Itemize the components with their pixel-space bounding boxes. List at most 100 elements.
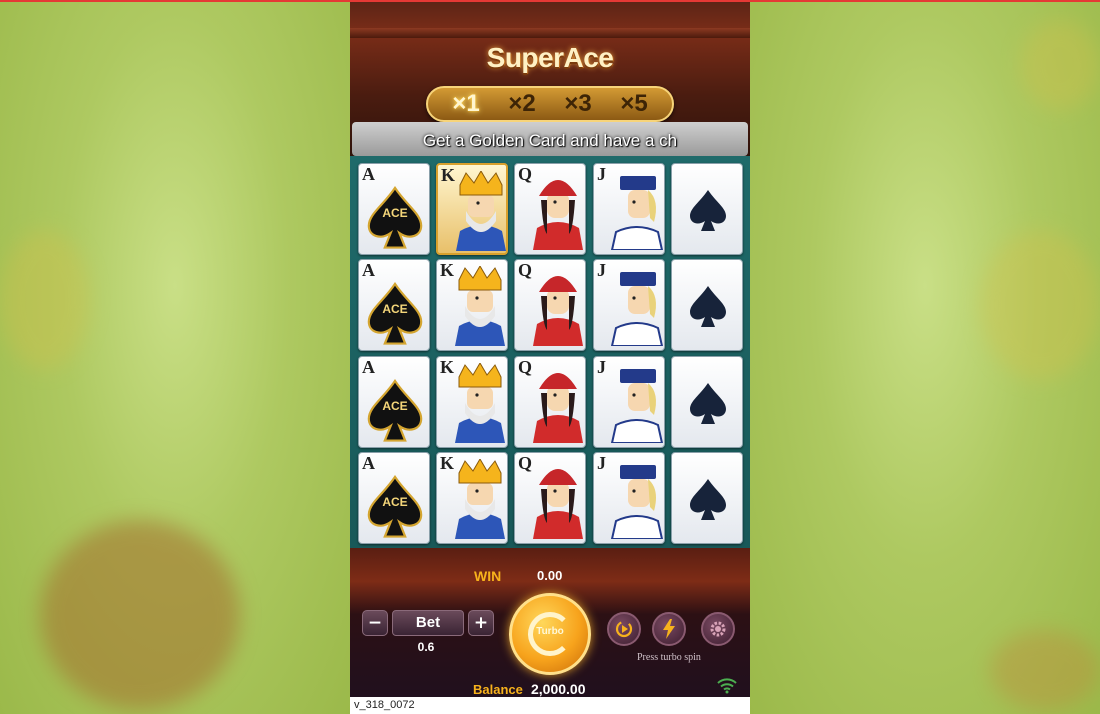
jack-face: [610, 170, 664, 254]
card-rank: Q: [518, 357, 533, 377]
top-accent-line: [0, 0, 1100, 2]
card-rank: A: [362, 357, 375, 377]
multiplier-bar: ×1 ×2 ×3 ×5: [426, 86, 674, 122]
king-portrait-icon: [455, 458, 505, 539]
autoplay-button[interactable]: [607, 612, 641, 646]
ticker-message: Get a Golden Card and have a ch: [422, 131, 678, 150]
jack-face: [610, 266, 664, 350]
multiplier-x5: ×5: [620, 90, 648, 117]
reel-card-jack: J: [593, 356, 665, 448]
reel-card-king: K: [436, 452, 508, 544]
ace-label: ACE: [382, 302, 408, 316]
jack-portrait-icon: [610, 272, 664, 347]
spin-label: Turbo: [536, 626, 564, 637]
ace-label: ACE: [382, 399, 408, 413]
card-rank: A: [362, 453, 375, 473]
reel-card-ace: A ACE: [358, 163, 430, 255]
card-rank: A: [362, 164, 375, 184]
queen-face: [531, 170, 585, 254]
reel-board: A ACE K Q J A ACE K Q J A ACE K Q J A ACE K Q J: [350, 156, 750, 562]
reel-card-ace: A ACE: [358, 259, 430, 351]
game-logo: SuperAce: [486, 42, 614, 73]
reel-card-queen: Q: [514, 356, 586, 448]
reel-card-spade: [671, 452, 743, 544]
card-rank: Q: [518, 164, 533, 184]
jack-portrait-icon: [610, 369, 664, 444]
jack-portrait-icon: [610, 465, 664, 540]
card-rank: K: [440, 357, 455, 377]
bet-increase-button[interactable]: +: [468, 610, 494, 636]
reel-card-ace: A ACE: [358, 356, 430, 448]
card-rank: K: [440, 453, 455, 473]
king-portrait-icon: [456, 170, 506, 251]
reel-card-spade: [671, 259, 743, 351]
card-rank: Q: [518, 453, 533, 473]
autoplay-icon: [615, 620, 633, 638]
queen-portrait-icon: [533, 276, 583, 346]
reel-card-spade: [671, 356, 743, 448]
ace-label: ACE: [382, 495, 408, 509]
reel-card-king: K: [436, 259, 508, 351]
queen-face: [531, 459, 585, 543]
balance-value: 2,000.00: [531, 681, 586, 697]
spin-button[interactable]: Turbo: [509, 593, 591, 675]
spade-icon: [690, 190, 726, 231]
card-rank: A: [362, 260, 375, 280]
card-rank: J: [597, 453, 606, 473]
card-rank: Q: [518, 260, 533, 280]
queen-face: [531, 266, 585, 350]
reel-card-jack: J: [593, 259, 665, 351]
bet-value: 0.6: [417, 640, 435, 654]
spade-symbol: [672, 357, 742, 447]
queen-portrait-icon: [533, 180, 583, 250]
queen-face: [531, 363, 585, 447]
jack-face: [610, 459, 664, 543]
spade-icon: [690, 286, 726, 327]
jack-face: [610, 363, 664, 447]
lightning-icon: [663, 619, 675, 639]
queen-portrait-icon: [533, 373, 583, 443]
spade-icon: [690, 479, 726, 520]
background-left: [0, 0, 350, 714]
card-rank: K: [440, 260, 455, 280]
card-rank: J: [597, 357, 606, 377]
king-portrait-icon: [455, 265, 505, 346]
king-face: [454, 170, 506, 253]
settings-button[interactable]: [701, 612, 735, 646]
multiplier-x3: ×3: [564, 90, 592, 117]
card-rank: J: [597, 260, 606, 280]
bet-control: − Bet +: [362, 610, 494, 638]
spade-symbol: [672, 164, 742, 254]
win-value: 0.00: [537, 568, 563, 583]
reel-card-king: K: [436, 163, 508, 255]
game-window: SuperAce ×1 ×2 ×3 ×5 Get a Golden Card a…: [350, 0, 750, 714]
multiplier-x2: ×2: [508, 90, 536, 117]
king-face: [453, 265, 507, 350]
reel-card-jack: J: [593, 163, 665, 255]
version-label: v_318_0072: [350, 697, 750, 714]
bet-decrease-button[interactable]: −: [362, 610, 388, 636]
balance-label: Balance: [473, 682, 523, 697]
reel-card-queen: Q: [514, 259, 586, 351]
game-header: SuperAce ×1 ×2 ×3 ×5 Get a Golden Card a…: [350, 0, 750, 160]
spade-symbol: [672, 453, 742, 543]
ace-label: ACE: [382, 206, 408, 220]
win-label: WIN: [474, 568, 502, 584]
king-portrait-icon: [455, 362, 505, 443]
header-rim: [350, 28, 750, 38]
control-panel: WIN 0.00 − Bet + 0.6 Turbo Balance 2,000…: [350, 548, 750, 714]
king-face: [453, 458, 507, 543]
spade-symbol: [672, 260, 742, 350]
reel-card-king: K: [436, 356, 508, 448]
reel-card-ace: A ACE: [358, 452, 430, 544]
queen-portrait-icon: [533, 469, 583, 539]
turbo-hint: Press turbo spin: [637, 652, 701, 663]
card-rank: J: [597, 164, 606, 184]
reel-card-spade: [671, 163, 743, 255]
reel-card-queen: Q: [514, 452, 586, 544]
turbo-button[interactable]: [652, 612, 686, 646]
reel-card-queen: Q: [514, 163, 586, 255]
reel-card-jack: J: [593, 452, 665, 544]
multiplier-x1: ×1: [452, 90, 480, 117]
king-face: [453, 362, 507, 447]
